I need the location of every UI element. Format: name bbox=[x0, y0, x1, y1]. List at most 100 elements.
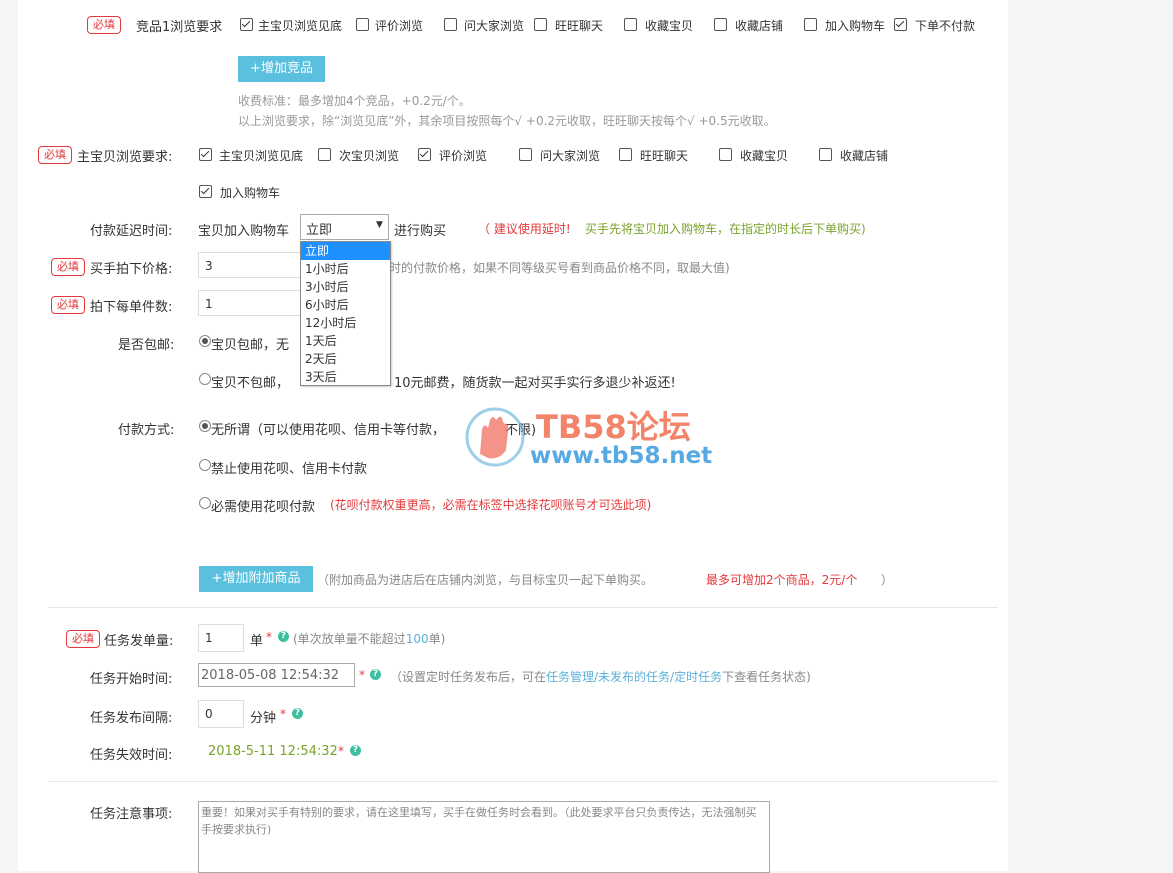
task-count-unit: 单 bbox=[250, 634, 264, 649]
delay-tip-green: 买手先将宝贝加入购物车，在指定的时长后下单购买) bbox=[585, 222, 866, 236]
task-count-note-end: 单) bbox=[428, 632, 446, 646]
task-notes-placeholder: 重要！如果对买手有特别的要求，请在这里填写，买手在做任务时会看到。（此处要求平台… bbox=[201, 806, 757, 836]
delay-tip-red: （ 建议使用延时! bbox=[478, 222, 571, 236]
checkbox-comp-wangwang[interactable] bbox=[534, 18, 547, 31]
checkbox-label: 旺旺聊天 bbox=[640, 149, 689, 163]
task-start-label: 任务开始时间: bbox=[90, 672, 173, 687]
radio-require-huabei[interactable] bbox=[199, 497, 211, 509]
checkbox-comp-ask[interactable] bbox=[444, 18, 457, 31]
dropdown-option[interactable]: 3小时后 bbox=[301, 278, 390, 296]
payment-opt3-note: (花呗付款权重更高，必需在标签中选择花呗账号才可选此项) bbox=[330, 498, 652, 512]
required-badge: 必填 bbox=[38, 146, 72, 164]
checkbox-secondary-browse[interactable] bbox=[318, 148, 331, 161]
checkbox-comp-review[interactable] bbox=[356, 18, 369, 31]
checkbox-comp-main-bottom[interactable] bbox=[240, 18, 253, 31]
delay-select[interactable]: 立即 ▼ bbox=[300, 214, 389, 240]
checkbox-fav-item[interactable] bbox=[719, 148, 732, 161]
checkbox-label: 收藏宝贝 bbox=[740, 149, 789, 163]
checkbox-label: 问大家浏览 bbox=[540, 149, 601, 163]
required-badge: 必填 bbox=[87, 16, 121, 34]
task-count-note: (单次放单量不能超过100单) bbox=[293, 630, 445, 647]
task-start-note-end: 下查看任务状态) bbox=[722, 670, 811, 684]
quantity-input[interactable]: 1 bbox=[198, 290, 308, 316]
task-count-max: 100 bbox=[405, 632, 429, 646]
radio-any-payment[interactable] bbox=[199, 420, 211, 432]
task-start-note-text: （设置定时任务发布后，可在 bbox=[390, 670, 547, 684]
radio-free-shipping[interactable] bbox=[199, 335, 211, 347]
checkbox-label: 评价浏览 bbox=[375, 19, 424, 33]
addon-note-red: 最多可增加2个商品，2元/个 bbox=[706, 573, 858, 587]
task-expire-value: 2018-5-11 12:54:32 bbox=[208, 744, 338, 759]
help-icon[interactable]: ? bbox=[350, 745, 361, 756]
divider bbox=[48, 781, 998, 782]
task-count-note-text: (单次放单量不能超过 bbox=[293, 632, 406, 646]
dropdown-option[interactable]: 1天后 bbox=[301, 332, 390, 350]
checkbox-label: 加入购物车 bbox=[825, 19, 886, 33]
help-icon[interactable]: ? bbox=[278, 631, 289, 642]
task-notes-label: 任务注意事项: bbox=[90, 807, 173, 822]
quantity-label: 拍下每单件数: bbox=[90, 300, 173, 315]
radio-no-huabei[interactable] bbox=[199, 459, 211, 471]
main-browse-label: 主宝贝浏览要求: bbox=[77, 150, 173, 165]
dropdown-option[interactable]: 立即 bbox=[301, 242, 390, 260]
checkbox-comp-order-nopay[interactable] bbox=[894, 18, 907, 31]
task-start-note: （设置定时任务发布后，可在任务管理/未发布的任务/定时任务下查看任务状态) bbox=[390, 668, 811, 685]
addon-note-end: ） bbox=[881, 573, 894, 587]
checkbox-comp-fav-item[interactable] bbox=[624, 18, 637, 31]
checkbox-comp-cart[interactable] bbox=[804, 18, 817, 31]
checkbox-label: 次宝贝浏览 bbox=[339, 149, 400, 163]
required-star: * bbox=[280, 707, 286, 721]
task-interval-unit: 分钟 bbox=[250, 711, 277, 726]
checkbox-ask-browse[interactable] bbox=[519, 148, 532, 161]
checkbox-fav-shop[interactable] bbox=[819, 148, 832, 161]
required-badge: 必填 bbox=[51, 258, 85, 276]
checkbox-label: 下单不付款 bbox=[915, 19, 976, 33]
checkbox-label: 评价浏览 bbox=[439, 149, 488, 163]
price-label: 买手拍下价格: bbox=[90, 262, 173, 277]
required-star: * bbox=[359, 668, 365, 682]
checkbox-label: 问大家浏览 bbox=[464, 19, 525, 33]
help-icon[interactable]: ? bbox=[370, 669, 381, 680]
delay-dropdown-list: 立即 1小时后 3小时后 6小时后 12小时后 1天后 2天后 3天后 bbox=[300, 241, 391, 386]
payment-opt2: 禁止使用花呗、信用卡付款 bbox=[211, 462, 368, 477]
checkbox-comp-fav-shop[interactable] bbox=[714, 18, 727, 31]
checkbox-label: 主宝贝浏览见底 bbox=[219, 149, 304, 163]
watermark-url: www.tb58.net bbox=[530, 443, 713, 469]
price-hint: 时的付款价格，如果不同等级买号看到商品价格不同，取最大值) bbox=[389, 261, 730, 275]
shipping-label: 是否包邮: bbox=[118, 338, 175, 353]
help-icon[interactable]: ? bbox=[292, 708, 303, 719]
shipping-opt2-note: 10元邮费，随货款一起对买手实行多退少补返还! bbox=[394, 376, 676, 391]
checkbox-review-browse[interactable] bbox=[418, 148, 431, 161]
checkbox-label: 收藏店铺 bbox=[735, 19, 784, 33]
dropdown-option[interactable]: 2天后 bbox=[301, 350, 390, 368]
fee-note-detail: 以上浏览要求，除“浏览见底”外，其余项目按照每个√ +0.2元收取，旺旺聊天按每… bbox=[238, 114, 776, 128]
required-badge: 必填 bbox=[66, 630, 100, 648]
required-star: * bbox=[338, 744, 344, 758]
required-star: * bbox=[266, 630, 272, 644]
task-interval-input[interactable]: 0 bbox=[198, 700, 244, 728]
add-addon-button[interactable]: +增加附加商品 bbox=[199, 566, 313, 592]
payment-delay-label: 付款延迟时间: bbox=[90, 224, 173, 239]
price-input[interactable]: 3 bbox=[198, 252, 308, 278]
checkbox-label: 收藏店铺 bbox=[840, 149, 889, 163]
delay-select-value: 立即 bbox=[306, 223, 333, 238]
checkbox-main-bottom[interactable] bbox=[199, 148, 212, 161]
task-start-input[interactable]: 2018-05-08 12:54:32 bbox=[198, 663, 355, 687]
dropdown-option[interactable]: 6小时后 bbox=[301, 296, 390, 314]
scheduled-tasks-link[interactable]: 任务管理/未发布的任务/定时任务 bbox=[546, 670, 722, 684]
radio-no-free-shipping[interactable] bbox=[199, 373, 211, 385]
dropdown-option[interactable]: 1小时后 bbox=[301, 260, 390, 278]
payment-opt3: 必需使用花呗付款 bbox=[211, 500, 316, 515]
dropdown-option[interactable]: 3天后 bbox=[301, 368, 390, 386]
required-badge: 必填 bbox=[51, 296, 85, 314]
addon-note: （附加商品为进店后在店铺内浏览，与目标宝贝一起下单购买。 bbox=[317, 573, 654, 587]
checkbox-add-cart[interactable] bbox=[199, 185, 212, 198]
task-count-input[interactable]: 1 bbox=[198, 624, 244, 652]
checkbox-wangwang[interactable] bbox=[619, 148, 632, 161]
task-count-label: 任务发单量: bbox=[104, 634, 174, 649]
task-notes-textarea[interactable]: 重要！如果对买手有特别的要求，请在这里填写，买手在做任务时会看到。（此处要求平台… bbox=[198, 801, 770, 873]
add-competitor-button[interactable]: +增加竞品 bbox=[238, 56, 325, 82]
chevron-down-icon: ▼ bbox=[376, 220, 383, 230]
dropdown-option[interactable]: 12小时后 bbox=[301, 314, 390, 332]
checkbox-label: 加入购物车 bbox=[220, 186, 281, 200]
